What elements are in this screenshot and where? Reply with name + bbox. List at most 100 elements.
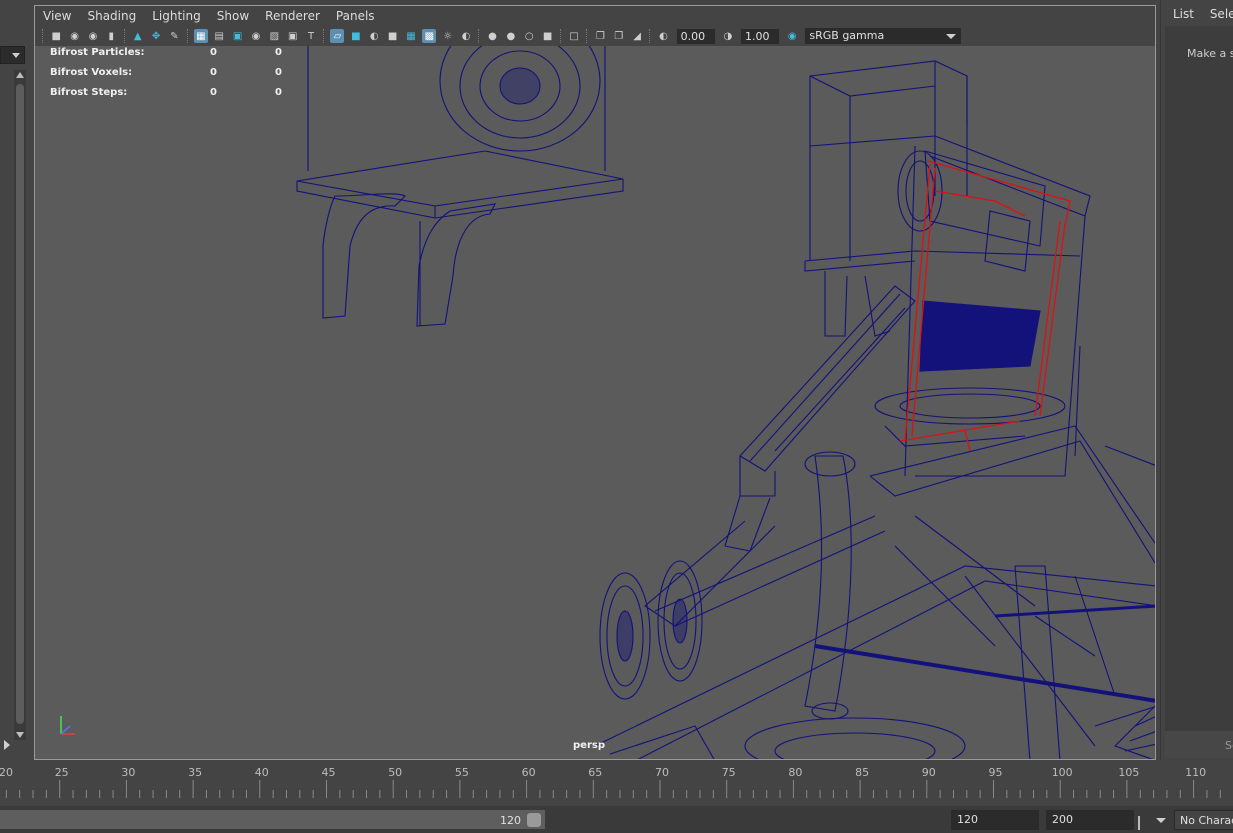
max-time-field[interactable]: 200	[1046, 810, 1134, 830]
hud-value: 0	[210, 87, 217, 98]
backface-icon[interactable]: ◢	[630, 29, 644, 43]
scroll-up-icon[interactable]	[16, 72, 24, 78]
expand-arrow-icon[interactable]	[4, 740, 10, 750]
key-set-icon[interactable]	[1138, 816, 1146, 830]
timeline-tick-label: 65	[588, 766, 603, 779]
timeline-tick-label: 60	[521, 766, 536, 779]
menu-show[interactable]: Show	[217, 9, 249, 23]
hud-row-voxels: Bifrost Voxels: 0 0	[50, 66, 290, 86]
right-panel-body: Make a selection	[1165, 26, 1233, 731]
depth-of-field-icon[interactable]: ■	[541, 29, 555, 43]
grease-pencil-icon[interactable]: ✎	[167, 29, 181, 43]
timeline-tick-label: 80	[788, 766, 803, 779]
toolbar-separator	[123, 29, 126, 43]
select-camera-icon[interactable]: ■	[49, 29, 63, 43]
menu-list[interactable]: List	[1173, 7, 1194, 21]
viewport-panel[interactable]: View Shading Lighting Show Renderer Pane…	[34, 5, 1156, 760]
range-slider-handle[interactable]	[527, 813, 541, 827]
gamma-field[interactable]: 1.00	[741, 28, 779, 44]
menu-selected[interactable]: Selected	[1210, 7, 1233, 21]
hud-value: 0	[275, 47, 282, 58]
field-chart-icon[interactable]: ▨	[267, 29, 281, 43]
range-slider-bar: 120 120 200 No Character Set	[0, 806, 1233, 833]
view-transform-dropdown[interactable]: sRGB gamma	[805, 28, 962, 44]
exposure-icon[interactable]: ◐	[656, 29, 670, 43]
bookmark-icon[interactable]: ▮	[104, 29, 118, 43]
scroll-down-icon[interactable]	[16, 732, 24, 738]
toolbar-separator	[649, 29, 651, 43]
default-material-icon[interactable]: ■	[386, 29, 400, 43]
time-slider[interactable]: 20 25 30 35 40 45 50 55 60 65 70 75 80 85 90 95 100 105 11…	[0, 762, 1233, 802]
screen-space-ao-icon[interactable]: ●	[485, 29, 499, 43]
end-time-field[interactable]: 120	[951, 810, 1039, 830]
viewport-menubar: View Shading Lighting Show Renderer Pane…	[35, 6, 1155, 26]
range-slider-end: 120	[500, 814, 521, 827]
gamma-icon[interactable]: ◑	[721, 29, 735, 43]
hud-row-particles: Bifrost Particles: 0 0	[50, 46, 290, 66]
smooth-shade-icon[interactable]: ■	[349, 29, 363, 43]
image-plane-icon[interactable]: ▲	[131, 29, 145, 43]
menu-lighting[interactable]: Lighting	[152, 9, 201, 23]
scroll-thumb[interactable]	[16, 84, 24, 724]
chevron-down-icon	[946, 34, 957, 39]
left-scrollbar[interactable]	[14, 70, 26, 740]
shadows-icon[interactable]: ◐	[459, 29, 473, 43]
toolbar-separator	[559, 29, 562, 43]
isolate-icon[interactable]: □	[567, 29, 581, 43]
timeline-tick-label: 85	[855, 766, 870, 779]
gate-mask-icon[interactable]: ◉	[249, 29, 263, 43]
timeline-tick-label: 30	[121, 766, 136, 779]
timeline-tick-label: 90	[921, 766, 936, 779]
timeline-tick-label: 50	[388, 766, 403, 779]
selection-hint: Make a selection	[1187, 47, 1233, 60]
timeline-tick-label: 40	[254, 766, 269, 779]
safe-title-icon[interactable]: T	[304, 29, 318, 43]
camera-name-label: persp	[573, 740, 605, 751]
timeline-tick-label: 20	[0, 766, 13, 779]
wireframe-icon[interactable]: ▱	[330, 29, 345, 43]
hud-label: Bifrost Steps:	[50, 87, 128, 98]
wireframe-on-shaded-icon[interactable]: ◐	[367, 29, 381, 43]
exposure-field[interactable]: 0.00	[676, 28, 715, 44]
grid-icon[interactable]: ▦	[193, 29, 208, 43]
color-management-icon[interactable]: ◉	[785, 29, 799, 43]
scene-wireframe[interactable]	[35, 46, 1156, 760]
bifrost-hud: Bifrost Particles: 0 0 Bifrost Voxels: 0…	[50, 46, 290, 106]
axis-gizmo	[60, 716, 75, 735]
textured-icon[interactable]: ▦	[404, 29, 418, 43]
hud-label: Bifrost Voxels:	[50, 67, 133, 78]
hud-label: Bifrost Particles:	[50, 47, 145, 58]
xray-icon[interactable]: ▩	[422, 29, 437, 43]
lights-icon[interactable]: ☼	[441, 29, 455, 43]
motion-blur-icon[interactable]: ●	[504, 29, 518, 43]
film-gate-icon[interactable]: ▤	[212, 29, 226, 43]
right-panel-button[interactable]: Select	[1165, 731, 1233, 758]
right-panel-menubar: List Selected	[1173, 7, 1233, 21]
timeline-tick-label: 25	[54, 766, 69, 779]
range-slider[interactable]	[0, 810, 545, 829]
camera-attributes-icon[interactable]: ◉	[68, 29, 82, 43]
hud-value: 0	[275, 87, 282, 98]
left-dropdown[interactable]	[0, 46, 25, 64]
two-d-pan-icon[interactable]: ✥	[149, 29, 163, 43]
chevron-down-icon	[12, 53, 20, 58]
maya-window: View Shading Lighting Show Renderer Pane…	[0, 0, 1233, 833]
menu-renderer[interactable]: Renderer	[265, 9, 320, 23]
viewport-toolbar: ■ ◉ ◉ ▮ ▲ ✥ ✎ ▦ ▤ ▣ ◉ ▨ ▣ T ▱ ■ ◐ ■ ▦ ▩ …	[35, 26, 1155, 46]
xray-active-icon[interactable]: ❐	[593, 29, 607, 43]
xray-joints-icon[interactable]: ❐	[612, 29, 626, 43]
toolbar-separator	[42, 29, 44, 43]
left-panel	[0, 0, 30, 760]
camera-lock-icon[interactable]: ◉	[86, 29, 100, 43]
hud-value: 0	[275, 67, 282, 78]
character-set-dropdown[interactable]: No Character Set	[1174, 810, 1233, 830]
chevron-down-icon[interactable]	[1156, 818, 1166, 823]
resolution-gate-icon[interactable]: ▣	[231, 29, 245, 43]
hud-value: 0	[210, 67, 217, 78]
menu-view[interactable]: View	[43, 9, 71, 23]
menu-panels[interactable]: Panels	[336, 9, 375, 23]
menu-shading[interactable]: Shading	[87, 9, 136, 23]
multisample-aa-icon[interactable]: ○	[522, 29, 536, 43]
safe-action-icon[interactable]: ▣	[286, 29, 300, 43]
timeline-tick-label: 110	[1185, 766, 1207, 779]
